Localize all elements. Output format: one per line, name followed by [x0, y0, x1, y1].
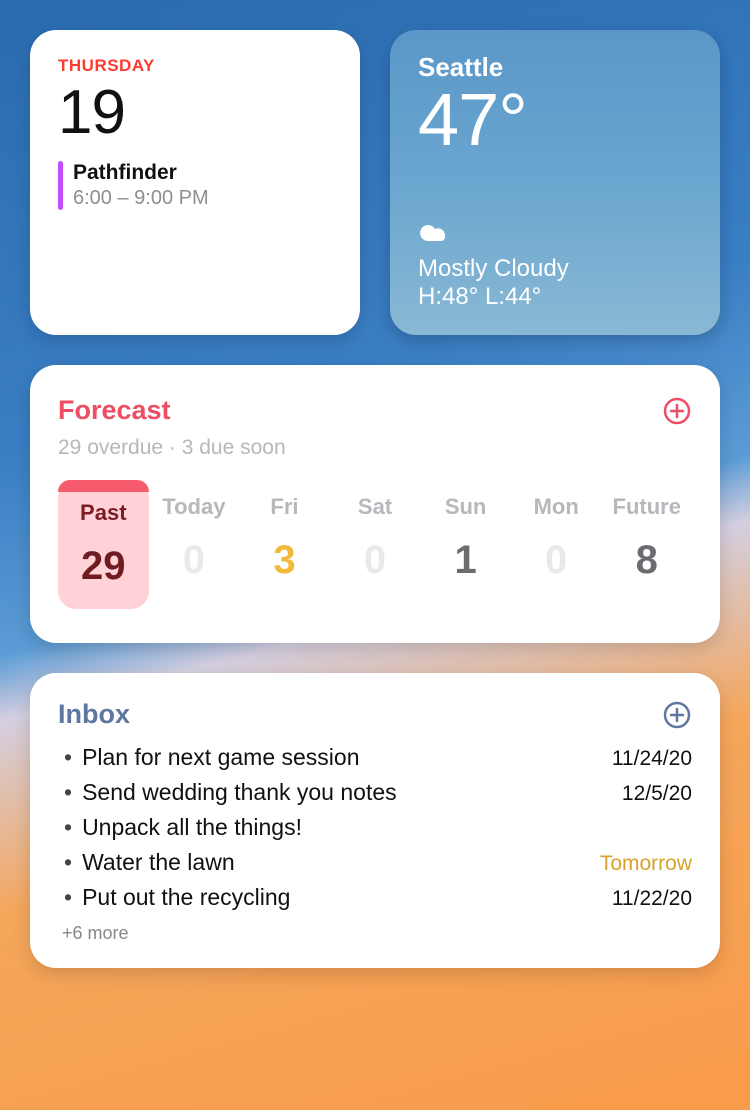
- forecast-title: Forecast: [58, 395, 171, 426]
- calendar-event-time: 6:00 – 9:00 PM: [73, 187, 209, 210]
- bullet-icon: •: [64, 779, 72, 806]
- forecast-day-label: Mon: [511, 494, 602, 520]
- bullet-icon: •: [64, 884, 72, 911]
- inbox-item[interactable]: • Water the lawnTomorrow: [58, 845, 692, 880]
- forecast-subtitle: 29 overdue · 3 due soon: [58, 436, 692, 460]
- inbox-item[interactable]: • Plan for next game session11/24/20: [58, 740, 692, 775]
- calendar-event-title: Pathfinder: [73, 161, 209, 185]
- inbox-item[interactable]: • Put out the recycling11/22/20: [58, 880, 692, 915]
- forecast-day-count: 3: [239, 538, 330, 583]
- inbox-item-date: 11/24/20: [612, 747, 692, 771]
- weather-high-low: H:48° L:44°: [418, 283, 692, 311]
- forecast-day-label: Sun: [420, 494, 511, 520]
- forecast-day-today[interactable]: Today 0: [149, 480, 240, 609]
- forecast-day-count: 0: [149, 538, 240, 583]
- forecast-day-fri[interactable]: Fri 3: [239, 480, 330, 609]
- forecast-day-count: 1: [420, 538, 511, 583]
- forecast-day-future[interactable]: Future 8: [601, 480, 692, 609]
- calendar-event[interactable]: Pathfinder 6:00 – 9:00 PM: [58, 161, 332, 210]
- plus-circle-icon: [663, 701, 691, 729]
- inbox-more-label[interactable]: +6 more: [58, 923, 692, 944]
- forecast-day-label: Sat: [330, 494, 421, 520]
- forecast-day-mon[interactable]: Mon 0: [511, 480, 602, 609]
- bullet-icon: •: [64, 744, 72, 771]
- forecast-day-past[interactable]: Past 29: [58, 480, 149, 609]
- weather-condition: Mostly Cloudy: [418, 255, 692, 283]
- weather-widget[interactable]: Seattle 47° Mostly Cloudy H:48° L:44°: [390, 30, 720, 335]
- forecast-widget[interactable]: Forecast 29 overdue · 3 due soon Past 29T…: [30, 365, 720, 643]
- inbox-item-text: Put out the recycling: [82, 884, 612, 911]
- calendar-day-name: THURSDAY: [58, 56, 332, 76]
- bullet-icon: •: [64, 849, 72, 876]
- inbox-widget[interactable]: Inbox • Plan for next game session11/24/2…: [30, 673, 720, 968]
- inbox-item[interactable]: • Send wedding thank you notes12/5/20: [58, 775, 692, 810]
- forecast-day-label: Past: [58, 500, 149, 526]
- forecast-day-count: 0: [330, 538, 421, 583]
- forecast-day-label: Future: [601, 494, 692, 520]
- forecast-day-label: Today: [149, 494, 240, 520]
- calendar-widget[interactable]: THURSDAY 19 Pathfinder 6:00 – 9:00 PM: [30, 30, 360, 335]
- inbox-list: • Plan for next game session11/24/20 • Send…: [58, 740, 692, 915]
- inbox-item-text: Plan for next game session: [82, 744, 612, 771]
- forecast-day-count: 8: [601, 538, 692, 583]
- forecast-day-sat[interactable]: Sat 0: [330, 480, 421, 609]
- forecast-days-row: Past29Today0Fri3Sat0Sun1Mon0Future8: [58, 480, 692, 609]
- inbox-item-date: 11/22/20: [612, 887, 692, 911]
- calendar-event-color-bar: [58, 161, 63, 210]
- calendar-day-number: 19: [58, 80, 332, 145]
- inbox-item-text: Send wedding thank you notes: [82, 779, 622, 806]
- inbox-item-text: Water the lawn: [82, 849, 600, 876]
- inbox-item-text: Unpack all the things!: [82, 814, 692, 841]
- plus-circle-icon: [663, 397, 691, 425]
- inbox-title: Inbox: [58, 699, 130, 730]
- weather-temperature: 47°: [418, 83, 692, 157]
- forecast-day-count: 29: [58, 544, 149, 589]
- forecast-add-button[interactable]: [662, 396, 692, 426]
- forecast-day-count: 0: [511, 538, 602, 583]
- inbox-add-button[interactable]: [662, 700, 692, 730]
- bullet-icon: •: [64, 814, 72, 841]
- inbox-item[interactable]: • Unpack all the things!: [58, 810, 692, 845]
- forecast-day-label: Fri: [239, 494, 330, 520]
- inbox-item-date: Tomorrow: [600, 852, 692, 876]
- inbox-item-date: 12/5/20: [622, 782, 692, 806]
- cloud-icon: [418, 221, 692, 249]
- forecast-day-sun[interactable]: Sun 1: [420, 480, 511, 609]
